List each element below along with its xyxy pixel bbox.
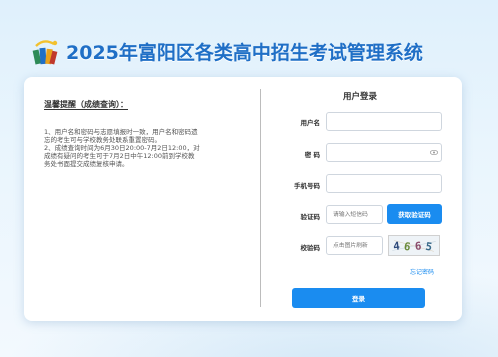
eye-icon[interactable] — [430, 150, 438, 155]
username-input[interactable] — [326, 112, 442, 131]
page-header: 2025年富阳区各类高中招生考试管理系统 — [30, 36, 470, 66]
vertical-divider — [260, 89, 261, 307]
login-title: 用户登录 — [342, 92, 377, 102]
notice-panel: 温馨提醒（成绩查询）： 1、用户名和密码与志愿填报时一致，用户名和密码遗 忘的考… — [44, 99, 254, 168]
captcha-label: 校验码 — [300, 244, 321, 252]
notice-line: 务处书面提交成绩复核申请。 — [44, 160, 129, 168]
notice-line: 成绩有疑问的考生可于7月2日中午12:00前到学校教 — [44, 152, 195, 160]
notice-title: 温馨提醒（成绩查询）： — [44, 100, 128, 110]
password-label: 密 码 — [304, 151, 320, 159]
phone-label: 手机号码 — [294, 182, 320, 190]
notice-line: 忘的考生可与学校教务处联系重置密码。 — [44, 136, 161, 144]
get-sms-code-button[interactable]: 获取验证码 — [387, 204, 442, 224]
password-input[interactable] — [326, 143, 442, 162]
page-title: 2025年富阳区各类高中招生考试管理系统 — [66, 41, 423, 64]
forgot-password-link[interactable]: 忘记密码 — [410, 267, 434, 276]
login-button[interactable]: 登录 — [292, 288, 425, 308]
notice-line: 1、用户名和密码与志愿填报时一致，用户名和密码遗 — [44, 128, 198, 136]
svg-text:6: 6 — [414, 239, 421, 252]
login-card: 温馨提醒（成绩查询）： 1、用户名和密码与志愿填报时一致，用户名和密码遗 忘的考… — [24, 77, 462, 321]
username-label: 用户名 — [300, 119, 321, 127]
phone-input[interactable] — [326, 174, 442, 193]
sms-code-label: 验证码 — [300, 213, 321, 221]
sms-code-input[interactable] — [326, 205, 383, 224]
captcha-image[interactable]: 4 6 6 5 — [388, 235, 440, 256]
notice-line: 2、成绩查询时间为6月30日20:00-7月2日12:00，对 — [44, 144, 200, 152]
books-logo-icon — [32, 40, 58, 65]
captcha-input[interactable] — [326, 236, 383, 255]
